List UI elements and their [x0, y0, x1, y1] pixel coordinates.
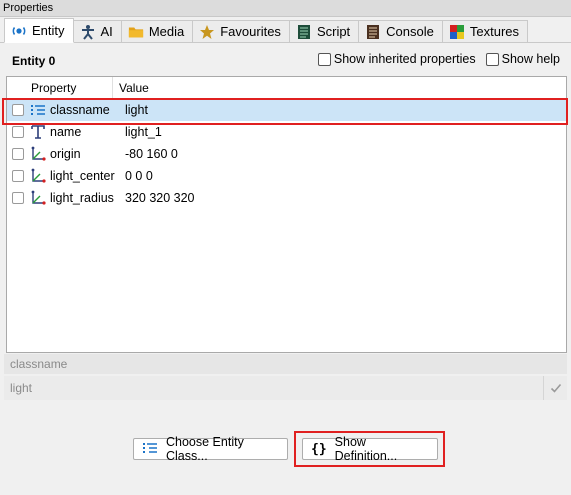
- list-icon: [142, 441, 158, 458]
- property-value-field[interactable]: light: [4, 376, 567, 400]
- table-row[interactable]: origin -80 160 0: [7, 143, 566, 165]
- tab-favourites-label: Favourites: [220, 24, 281, 39]
- tab-bar: Entity AI Media Favourites Script Consol…: [0, 18, 571, 43]
- entity-header: Entity 0 Show inherited properties Show …: [12, 52, 567, 70]
- show-help-option[interactable]: Show help: [485, 52, 560, 66]
- vector-axes-icon: [30, 168, 46, 184]
- column-header-value[interactable]: Value: [113, 77, 149, 99]
- tab-console[interactable]: Console: [358, 20, 443, 42]
- choose-entity-class-label: Choose Entity Class...: [166, 435, 244, 463]
- table-row[interactable]: light_center 0 0 0: [7, 165, 566, 187]
- tab-entity-label: Entity: [32, 23, 65, 38]
- show-definition-highlight: [294, 431, 445, 467]
- console-icon: [365, 24, 381, 40]
- tab-media-label: Media: [148, 24, 185, 39]
- star-icon: [199, 24, 215, 40]
- row-property: light_center: [50, 169, 115, 183]
- row-value: 320 320 320: [125, 191, 195, 205]
- tab-textures-label: Textures: [469, 24, 520, 39]
- tab-favourites[interactable]: Favourites: [192, 20, 290, 42]
- row-property: origin: [50, 147, 81, 161]
- show-inherited-label: Show inherited properties: [333, 52, 476, 66]
- row-value: 0 0 0: [125, 169, 153, 183]
- tab-media[interactable]: Media: [120, 20, 194, 42]
- row-property: light_radius: [50, 191, 114, 205]
- vector-axes-icon: [30, 190, 46, 206]
- column-header-property[interactable]: Property: [7, 77, 113, 99]
- show-help-checkbox[interactable]: [485, 52, 499, 66]
- property-key-field[interactable]: classname: [4, 354, 567, 374]
- tab-console-label: Console: [386, 24, 434, 39]
- show-inherited-option[interactable]: Show inherited properties: [317, 52, 476, 66]
- entity-icon: [11, 23, 27, 39]
- row-checkbox[interactable]: [12, 192, 24, 204]
- tab-entity[interactable]: Entity: [4, 18, 74, 43]
- vector-axes-icon: [30, 146, 46, 162]
- tab-textures[interactable]: Textures: [441, 20, 529, 42]
- tab-script-label: Script: [316, 24, 351, 39]
- show-inherited-checkbox[interactable]: [317, 52, 331, 66]
- tab-ai[interactable]: AI: [72, 20, 122, 42]
- folder-icon: [128, 24, 144, 40]
- row-checkbox[interactable]: [12, 170, 24, 182]
- selected-row-highlight: [2, 98, 568, 125]
- script-icon: [296, 24, 312, 40]
- tab-ai-label: AI: [100, 24, 113, 39]
- text-icon: [30, 124, 46, 140]
- entity-title: Entity 0: [12, 54, 56, 68]
- apply-check-icon[interactable]: [543, 376, 567, 400]
- row-value: -80 160 0: [125, 147, 178, 161]
- window-title: Properties: [0, 0, 571, 17]
- tab-script[interactable]: Script: [288, 20, 360, 42]
- row-value: light_1: [125, 125, 162, 139]
- ai-figure-icon: [80, 24, 96, 40]
- table-row[interactable]: light_radius 320 320 320: [7, 187, 566, 209]
- entity-options: Show inherited properties Show help: [317, 52, 560, 66]
- row-checkbox[interactable]: [12, 148, 24, 160]
- table-header: Property Value: [7, 77, 566, 99]
- row-checkbox[interactable]: [12, 126, 24, 138]
- choose-entity-class-button[interactable]: Choose Entity Class...: [133, 435, 288, 463]
- row-property: name: [50, 125, 82, 139]
- textures-icon: [449, 24, 465, 40]
- entity-panel: Entity 0 Show inherited properties Show …: [4, 43, 567, 403]
- property-value-text: light: [10, 381, 33, 395]
- show-help-label: Show help: [501, 52, 560, 66]
